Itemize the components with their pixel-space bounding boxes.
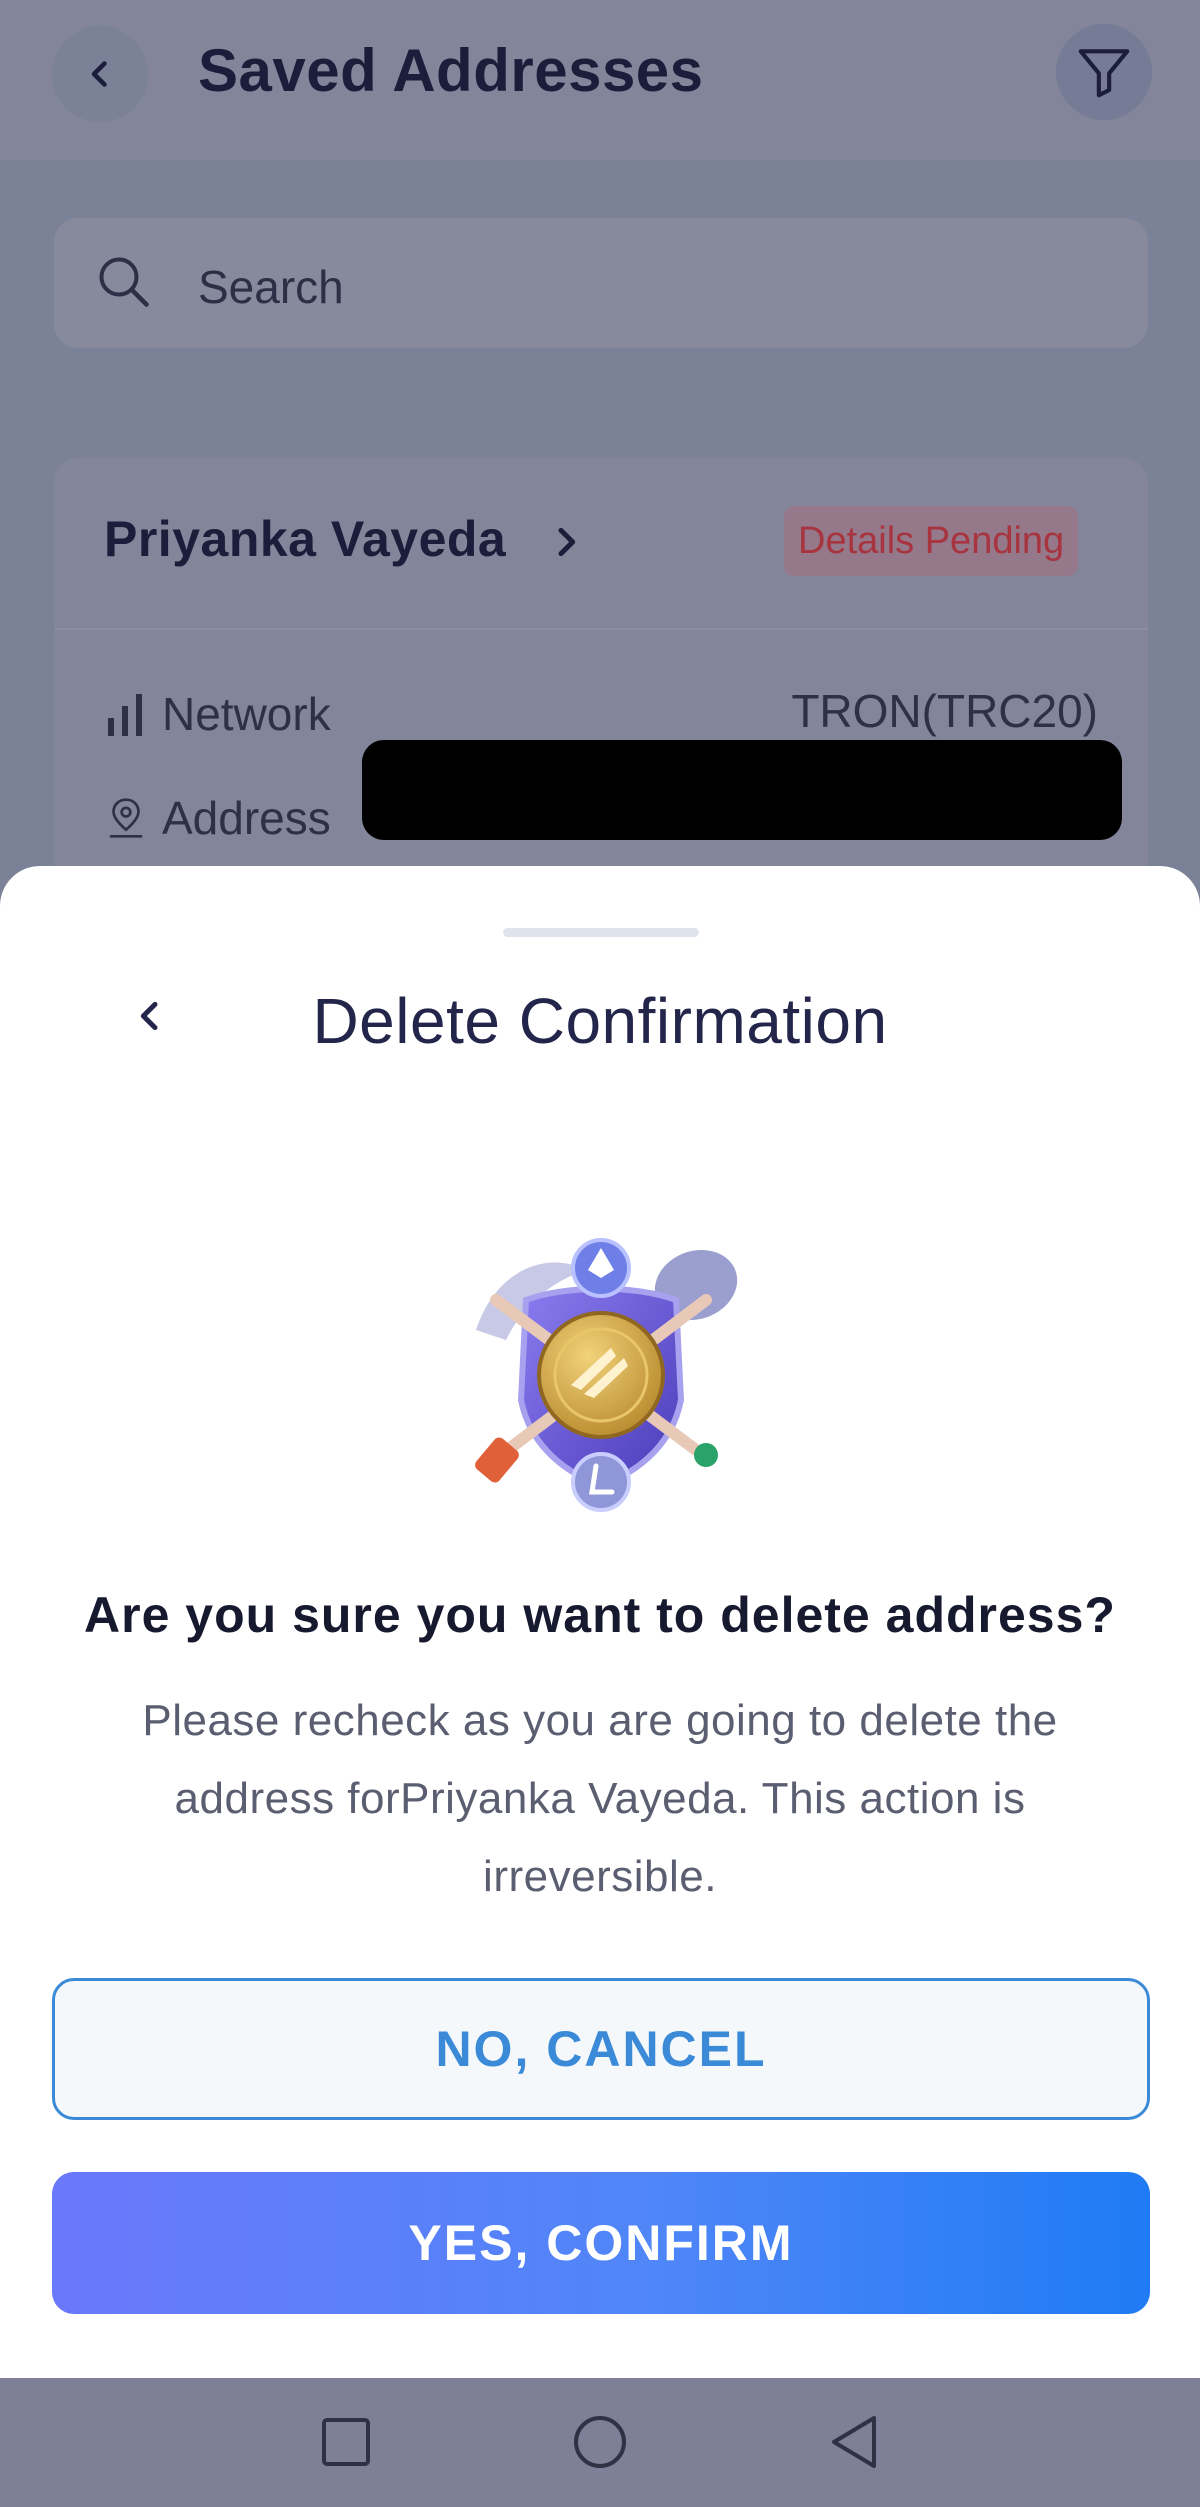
- back-button[interactable]: [52, 26, 148, 122]
- chevron-left-icon: [91, 61, 107, 87]
- card-header: Priyanka Vayeda Details Pending: [54, 458, 1148, 630]
- confirm-button[interactable]: YES, CONFIRM: [52, 2172, 1150, 2314]
- crypto-shield-icon: [475, 1238, 738, 1512]
- cancel-button[interactable]: NO, CANCEL: [52, 1978, 1150, 2120]
- sheet-grabber[interactable]: [503, 928, 699, 937]
- signal-bars-icon: [108, 694, 142, 736]
- network-label: Network: [162, 688, 331, 740]
- home-icon[interactable]: [570, 2412, 630, 2472]
- chevron-right-icon: [558, 527, 576, 557]
- filter-button[interactable]: [1056, 24, 1152, 120]
- redacted-address-value: [362, 740, 1122, 840]
- delete-question: Are you sure you want to delete address?: [84, 1587, 1116, 1643]
- crypto-shield-illustration: [456, 1230, 746, 1525]
- sheet-title: Delete Confirmation: [312, 985, 888, 1057]
- search-icon: [99, 257, 149, 307]
- address-label: Address: [162, 792, 331, 844]
- page-title: Saved Addresses: [198, 37, 704, 104]
- recents-icon[interactable]: [320, 2412, 372, 2472]
- system-nav-bar: [0, 2378, 1200, 2507]
- app-header: Saved Addresses: [0, 0, 1200, 160]
- network-value: TRON(TRC20): [791, 685, 1098, 737]
- back-nav-icon[interactable]: [826, 2412, 882, 2472]
- contact-name: Priyanka Vayeda: [104, 511, 507, 567]
- delete-confirmation-sheet: Delete Confirmation Are you sure you wan…: [0, 866, 1200, 2378]
- address-row: Address: [106, 788, 331, 848]
- address-card[interactable]: Priyanka Vayeda Details Pending Network …: [54, 458, 1148, 918]
- location-pin-icon: [109, 798, 143, 838]
- delete-description: Please recheck as you are going to delet…: [142, 1696, 1058, 1901]
- filter-icon: [1078, 49, 1130, 98]
- status-badge: Details Pending: [784, 506, 1079, 576]
- search-placeholder: Search: [198, 261, 344, 313]
- search-input[interactable]: Search: [54, 218, 1148, 348]
- network-row: Network: [106, 684, 331, 744]
